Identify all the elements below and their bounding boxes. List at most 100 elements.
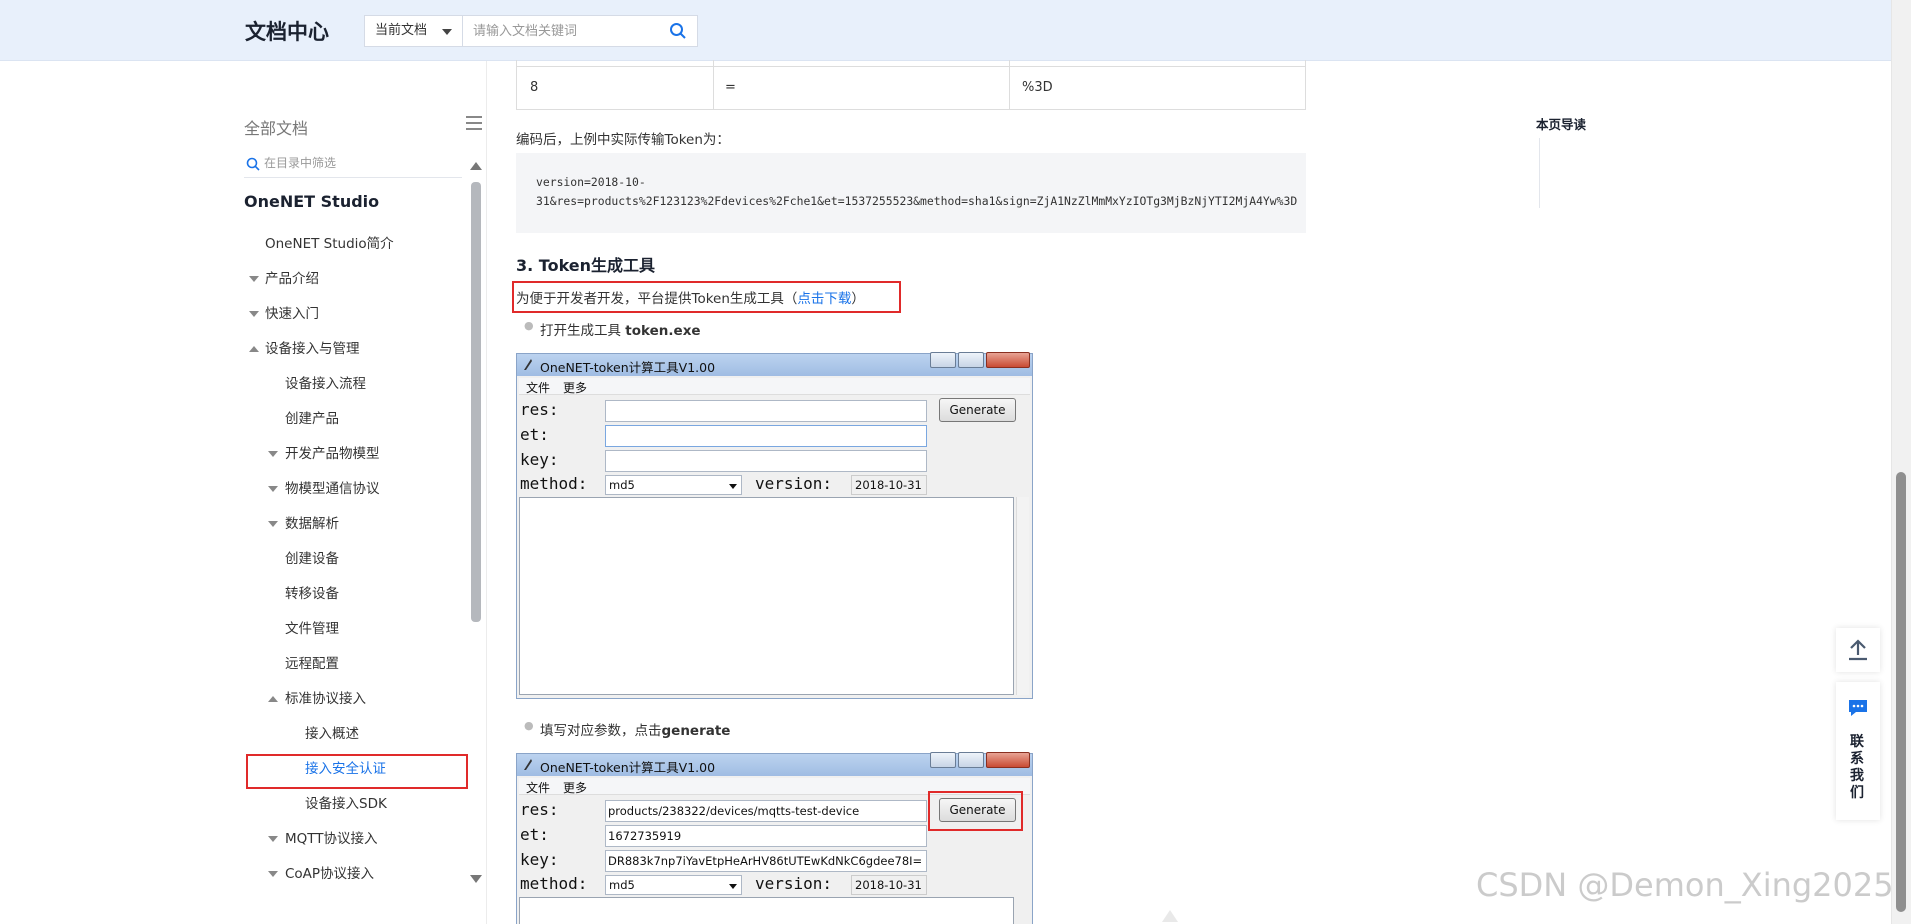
search-icon[interactable] (668, 21, 688, 41)
key-field[interactable] (605, 450, 927, 472)
sidebar-item-access-overview[interactable]: 接入概述 (305, 723, 359, 745)
et-field[interactable] (605, 425, 927, 447)
close-icon[interactable] (986, 352, 1030, 368)
sidebar-item-std-protocol[interactable]: 标准协议接入 (268, 688, 366, 710)
sidebar-scroll-thumb[interactable] (471, 182, 481, 622)
encoded-intro: 编码后，上例中实际传输Token为： (516, 132, 730, 148)
method-select[interactable]: md5 (605, 475, 742, 495)
back-to-top-button[interactable] (1836, 628, 1880, 672)
res-field[interactable]: products/238322/devices/mqtts-test-devic… (605, 800, 927, 822)
menu-more[interactable]: 更多 (563, 379, 587, 396)
chevron-up-icon (268, 696, 278, 702)
method-select[interactable]: md5 (605, 875, 742, 895)
method-label: method: (520, 874, 588, 893)
watermark: CSDN @Demon_Xing2025 (1476, 866, 1894, 904)
search-input[interactable] (473, 22, 663, 40)
sidebar-item-data-parse[interactable]: 数据解析 (268, 513, 339, 535)
sidebar-item-file-mgmt[interactable]: 文件管理 (285, 618, 339, 640)
table-cell: %3D (1022, 80, 1053, 95)
highlight-box (512, 281, 901, 313)
menu-more[interactable]: 更多 (563, 779, 587, 796)
chevron-down-icon (729, 484, 737, 489)
chat-icon (1849, 700, 1867, 716)
key-label: key: (520, 450, 559, 469)
res-label: res: (520, 400, 559, 419)
menu-file[interactable]: 文件 (526, 379, 550, 396)
feather-icon (524, 759, 532, 770)
page-nav-title: 本页导读 (1536, 117, 1587, 132)
minimize-icon[interactable] (930, 352, 956, 368)
et-label: et: (520, 825, 549, 844)
arrow-up-icon (1849, 639, 1867, 661)
highlight-box (928, 791, 1023, 831)
chevron-down-icon (268, 521, 278, 527)
section-heading: 3. Token生成工具 (516, 256, 656, 275)
chevron-down-icon (249, 311, 259, 317)
contact-us-button[interactable]: 联系我们 (1836, 682, 1880, 820)
step-open-tool: ● 打开生成工具 token.exe (524, 319, 701, 339)
sidebar-item-mqtt[interactable]: MQTT协议接入 (268, 828, 378, 850)
code-line: version=2018-10- (536, 175, 646, 189)
sidebar-item-create-product[interactable]: 创建产品 (285, 408, 339, 430)
sidebar-filter (244, 153, 462, 178)
maximize-icon[interactable] (958, 752, 984, 768)
window-titlebar: OneNET-token计算工具V1.00 (517, 352, 1032, 376)
page-nav-line (1539, 138, 1540, 208)
sidebar-item-model-protocol[interactable]: 物模型通信协议 (268, 478, 380, 500)
output-textarea[interactable] (519, 897, 1014, 924)
sidebar-item-thing-model[interactable]: 开发产品物模型 (268, 443, 380, 465)
minimize-icon[interactable] (930, 752, 956, 768)
et-field[interactable]: 1672735919 (605, 825, 927, 847)
sidebar-item-quickstart[interactable]: 快速入门 (249, 303, 319, 325)
search-scope-label: 当前文档 (375, 23, 428, 38)
maximize-icon[interactable] (958, 352, 984, 368)
window-menubar: 文件 更多 (519, 378, 1030, 395)
chevron-down-icon (729, 884, 737, 889)
sidebar-divider (486, 61, 487, 924)
scroll-up-icon[interactable] (470, 162, 482, 170)
sidebar-item-studio-intro[interactable]: OneNET Studio简介 (265, 233, 394, 255)
tool-window-screenshot: OneNET-token计算工具V1.00 文件 更多 res: Generat… (516, 352, 1033, 699)
sidebar-item-transfer-device[interactable]: 转移设备 (285, 583, 339, 605)
window-titlebar: OneNET-token计算工具V1.00 (517, 752, 1032, 776)
chevron-up-icon (249, 346, 259, 352)
res-field[interactable] (605, 400, 927, 422)
menu-file[interactable]: 文件 (526, 779, 550, 796)
chevron-down-icon (268, 486, 278, 492)
key-label: key: (520, 850, 559, 869)
close-icon[interactable] (986, 752, 1030, 768)
feather-icon (524, 359, 532, 370)
site-logo[interactable]: 文档中心 (245, 16, 329, 46)
step-fill-params: ● 填写对应参数，点击generate (524, 719, 731, 739)
tool-window-filled-screenshot: OneNET-token计算工具V1.00 文件 更多 res: product… (516, 752, 1033, 924)
tooltip-arrow (1162, 910, 1178, 922)
sidebar-filter-input[interactable] (264, 156, 454, 170)
sidebar-scrollbar[interactable] (469, 160, 483, 885)
top-bar: 文档中心 当前文档 (0, 0, 1891, 61)
menu-icon[interactable] (466, 116, 482, 130)
sidebar-item-access-flow[interactable]: 设备接入流程 (285, 373, 366, 395)
sidebar-item-device-sdk[interactable]: 设备接入SDK (305, 793, 387, 815)
scroll-down-icon[interactable] (470, 875, 482, 883)
search-scope-dropdown[interactable]: 当前文档 (365, 16, 463, 46)
generate-button[interactable]: Generate (939, 398, 1016, 422)
version-label: version: (755, 874, 833, 893)
contact-us-label: 联系我们 (1850, 734, 1864, 801)
key-field[interactable]: DR883k7np7iYavEtpHeArHV86tUTEwKdNkC6gdee… (605, 850, 927, 872)
sidebar-item-remote-config[interactable]: 远程配置 (285, 653, 339, 675)
chevron-down-icon (268, 836, 278, 842)
sidebar-item-coap[interactable]: CoAP协议接入 (268, 863, 374, 885)
version-field[interactable]: 2018-10-31 (851, 875, 927, 895)
sidebar-item-product-intro[interactable]: 产品介绍 (249, 268, 319, 290)
page-scroll-thumb[interactable] (1896, 472, 1906, 912)
output-textarea[interactable] (519, 497, 1014, 695)
sidebar-item-create-device[interactable]: 创建设备 (285, 548, 339, 570)
table-cell: = (725, 80, 736, 95)
sidebar-item-device-access[interactable]: 设备接入与管理 (249, 338, 360, 360)
sidebar-title: 全部文档 (244, 119, 309, 138)
search-icon (246, 157, 260, 171)
page-scrollbar[interactable] (1891, 0, 1911, 924)
version-field[interactable]: 2018-10-31 (851, 475, 927, 495)
output-scrollbar[interactable] (1016, 497, 1029, 695)
table-cell: 8 (530, 80, 539, 95)
